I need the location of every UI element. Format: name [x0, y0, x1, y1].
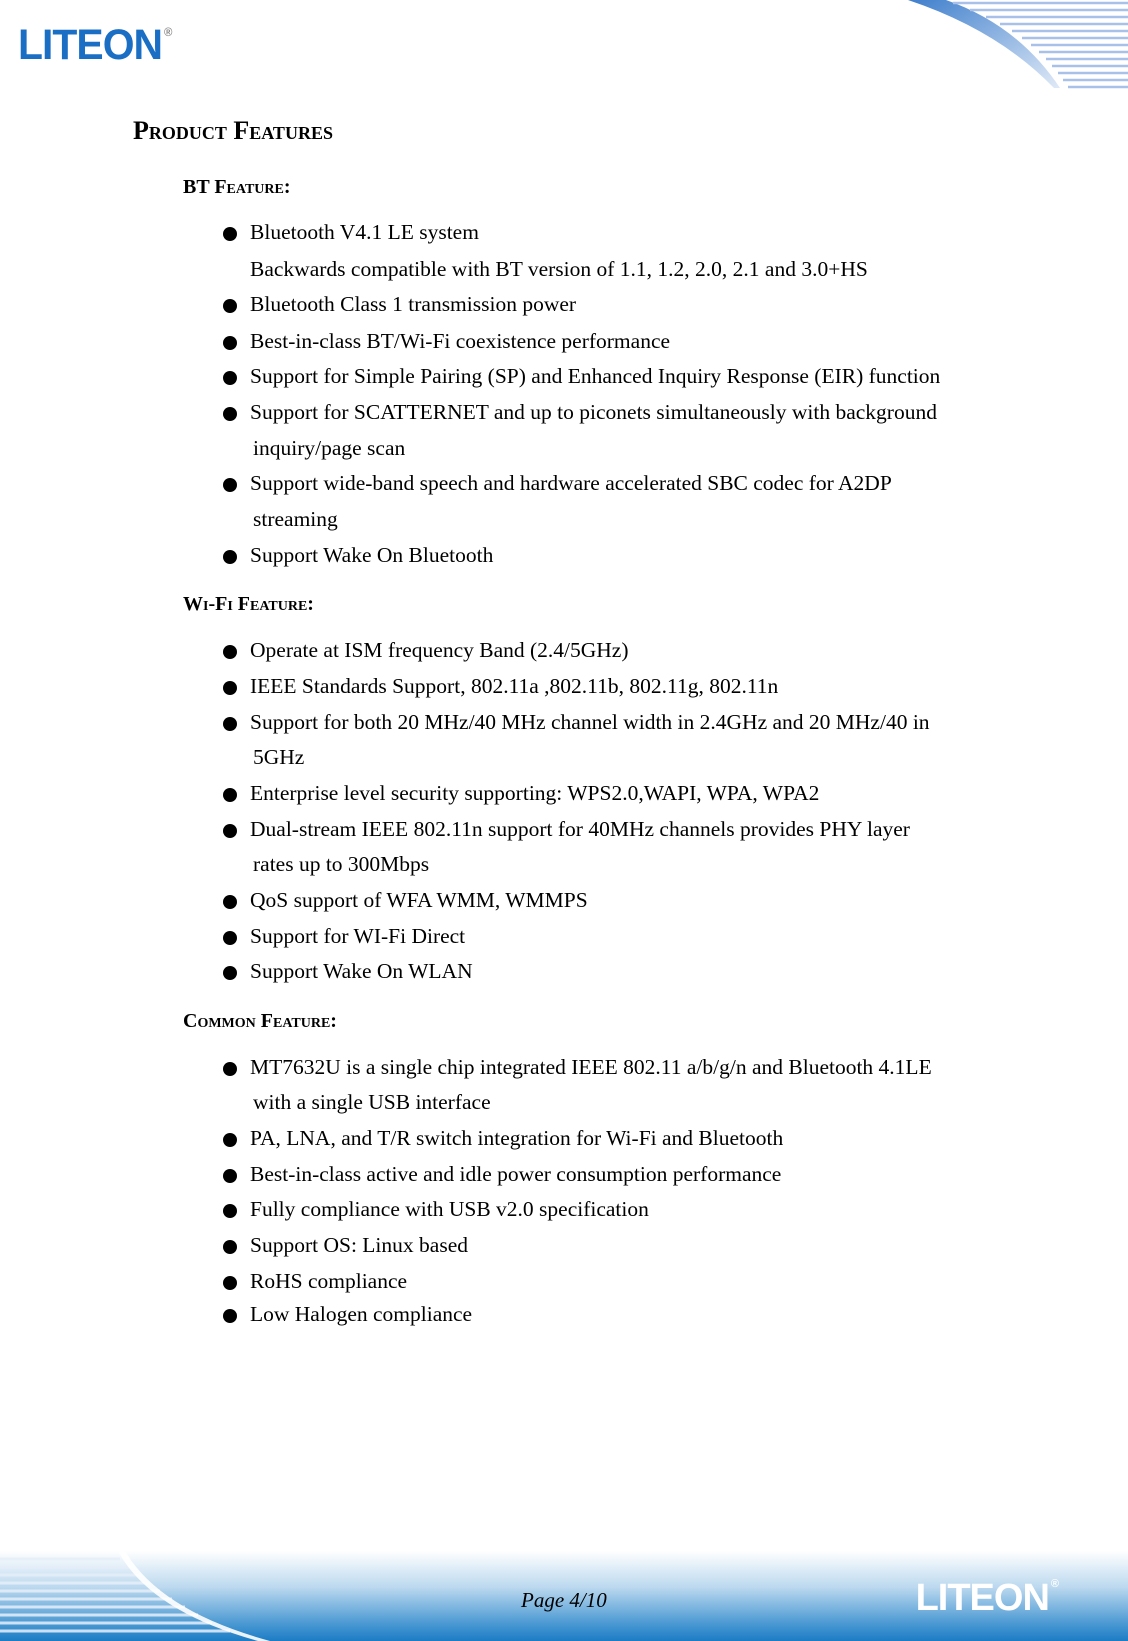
list-item-continuation: inquiry/page scan — [253, 436, 406, 460]
bullet-icon — [223, 681, 237, 695]
footer-registered-mark: ® — [1050, 1578, 1059, 1590]
bullet-icon — [223, 824, 237, 838]
bullet-icon — [223, 1133, 237, 1147]
bullet-icon — [223, 227, 237, 241]
page-title: Product Features — [133, 116, 333, 145]
bullet-icon — [223, 645, 237, 659]
bullet-icon — [223, 931, 237, 945]
list-item-continuation: rates up to 300Mbps — [253, 852, 430, 876]
bullet-icon — [223, 1309, 237, 1323]
bullet-icon — [223, 1240, 237, 1254]
bullet-icon — [223, 478, 237, 492]
bullet-icon — [223, 1276, 237, 1290]
list-item-continuation: streaming — [253, 507, 338, 531]
bullet-icon — [223, 336, 237, 350]
footer-stripes-decoration — [0, 1551, 270, 1641]
bullet-icon — [223, 299, 237, 313]
page-footer: Page 4/10 LITEON ® — [0, 1551, 1128, 1641]
bullet-icon — [223, 407, 237, 421]
liteon-logo: LITEON ® — [18, 21, 172, 69]
footer-liteon-logo: LITEON ® — [915, 1577, 1059, 1619]
logo-text: LITEON — [18, 21, 163, 69]
bullet-icon — [223, 788, 237, 802]
bullet-icon — [223, 717, 237, 731]
list-item-continuation: with a single USB interface — [253, 1090, 491, 1114]
corner-stripes-decoration — [908, 0, 1128, 89]
list-item-continuation: 5GHz — [253, 745, 305, 769]
bullet-icon — [223, 895, 237, 909]
section-title-bt: BT Feature: — [183, 176, 291, 198]
bullet-icon — [223, 1204, 237, 1218]
bullet-icon — [223, 1169, 237, 1183]
bullet-icon — [223, 1062, 237, 1076]
footer-logo-text: LITEON — [915, 1577, 1050, 1619]
bullet-icon — [223, 550, 237, 564]
bullet-icon — [223, 371, 237, 385]
page-number: Page 4/10 — [521, 1588, 607, 1612]
registered-mark: ® — [163, 25, 172, 39]
bullet-icon — [223, 966, 237, 980]
section-title-wifi: Wi-Fi Feature: — [183, 593, 314, 615]
section-title-common: Common Feature: — [183, 1010, 337, 1032]
list-item-continuation: Backwards compatible with BT version of … — [250, 257, 868, 281]
